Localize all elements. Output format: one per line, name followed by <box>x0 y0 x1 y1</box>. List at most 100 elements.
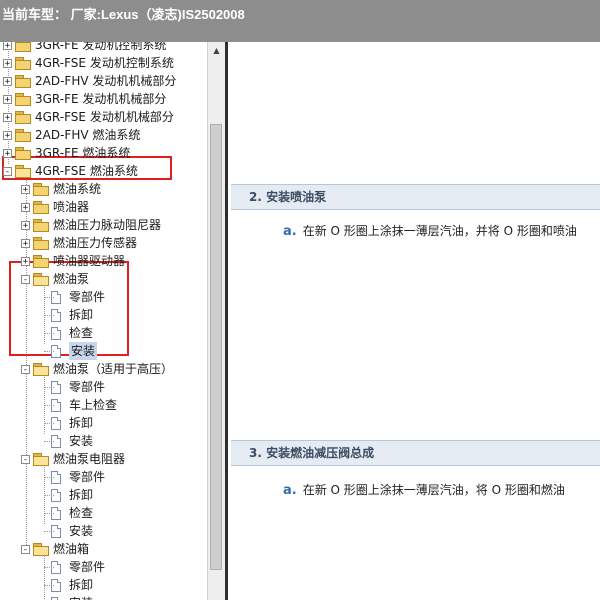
tree-folder-item[interactable]: + 燃油压力脉动阻尼器 <box>21 216 161 234</box>
vehicle-title: 当前车型： 厂家:Lexus（凌志)IS2502008 <box>2 7 245 22</box>
tree-folder-item[interactable]: +2AD-FHV 发动机机械部分 <box>3 72 176 90</box>
tree-connector <box>44 333 54 334</box>
folder-open-icon <box>33 453 49 466</box>
tree-item-label: 车上检查 <box>69 398 118 412</box>
step-text: 在新 O 形圈上涂抹一薄层汽油，将 O 形圈和燃油 <box>302 483 565 497</box>
tree-item-label: 2AD-FHV 发动机机械部分 <box>35 74 177 88</box>
tree-folder-item[interactable]: +3GR-FE 发动机控制系统 <box>3 42 166 54</box>
tree-item-label: 燃油压力脉动阻尼器 <box>53 218 162 232</box>
title-bar: 当前车型： 厂家:Lexus（凌志)IS2502008 <box>0 0 600 42</box>
expand-icon[interactable]: + <box>3 42 12 50</box>
collapse-icon[interactable]: - <box>3 166 12 176</box>
tree-folder-item[interactable]: +2AD-FHV 燃油系统 <box>3 126 140 144</box>
collapse-icon[interactable]: - <box>21 454 30 464</box>
expand-icon[interactable]: + <box>21 202 30 212</box>
tree-folder-item[interactable]: + 燃油压力传感器 <box>21 234 137 252</box>
scroll-up-arrow-icon[interactable]: ▲ <box>208 42 225 59</box>
tree-connector <box>44 585 54 586</box>
folder-icon <box>15 57 31 70</box>
tree-connector <box>44 315 54 316</box>
content-pane: 2. 安装喷油泵 a. 在新 O 形圈上涂抹一薄层汽油，并将 O 形圈和喷油 3.… <box>228 42 600 600</box>
folder-open-icon <box>33 273 49 286</box>
tree-item-label: 4GR-FSE 发动机机械部分 <box>35 110 174 124</box>
tree-connector <box>44 423 54 424</box>
tree-panel[interactable]: +3GR-FE 发动机控制系统 +4GR-FSE 发动机控制系统 +2AD-FHV … <box>0 42 207 600</box>
expand-icon[interactable]: + <box>21 220 30 230</box>
expand-icon[interactable]: + <box>21 256 30 266</box>
folder-open-icon <box>33 363 49 376</box>
tree-item-label: 4GR-FSE 燃油系统 <box>35 164 138 178</box>
tree-connector <box>44 567 54 568</box>
folder-icon <box>15 93 31 106</box>
document-icon <box>51 596 61 600</box>
tree-item-label: 3GR-FE 发动机机械部分 <box>35 92 167 106</box>
tree-item-label: 检查 <box>69 506 94 520</box>
expand-icon[interactable]: + <box>3 94 12 104</box>
tree-item-label: 检查 <box>69 326 94 340</box>
tree-item-label: 拆卸 <box>69 416 94 430</box>
tree-item-label: 安装 <box>69 594 93 600</box>
tree-item-label: 喷油器驱动器 <box>53 254 126 268</box>
tree-connector <box>44 387 54 388</box>
tree-item-label: 零部件 <box>69 290 106 304</box>
expand-icon[interactable]: + <box>21 184 30 194</box>
step-letter: a. <box>283 483 297 498</box>
folder-icon <box>15 75 31 88</box>
section-heading-install-injection-pump: 2. 安装喷油泵 <box>231 184 600 210</box>
expand-icon[interactable]: + <box>21 238 30 248</box>
tree-connector <box>44 351 54 352</box>
folder-icon <box>33 201 49 214</box>
tree-connector <box>44 297 54 298</box>
tree-folder-item[interactable]: - 4GR-FSE 燃油系统 <box>3 162 138 180</box>
tree-item-label: 3GR-FE 发动机控制系统 <box>35 42 167 52</box>
step-text: 在新 O 形圈上涂抹一薄层汽油，并将 O 形圈和喷油 <box>302 224 577 238</box>
tree-item-label: 安装 <box>69 342 98 360</box>
folder-icon <box>15 111 31 124</box>
tree-folder-item[interactable]: +3GR-FE 燃油系统 <box>3 144 130 162</box>
tree-folder-item[interactable]: +3GR-FE 发动机机械部分 <box>3 90 166 108</box>
tree-item-label: 燃油泵（适用于高压） <box>53 362 174 376</box>
tree-folder-item[interactable]: - 燃油泵 <box>21 270 89 288</box>
folder-icon <box>15 42 31 52</box>
tree-item-label: 燃油压力传感器 <box>53 236 138 250</box>
folder-icon <box>33 255 49 268</box>
tree-folder-item[interactable]: + 喷油器 <box>21 198 89 216</box>
tree-folder-item[interactable]: +4GR-FSE 发动机机械部分 <box>3 108 174 126</box>
folder-open-icon <box>33 543 49 556</box>
tree-item-label: 喷油器 <box>53 200 90 214</box>
tree-item-label: 燃油系统 <box>53 182 102 196</box>
tree-item-label: 拆卸 <box>69 488 94 502</box>
expand-icon[interactable]: + <box>3 130 12 140</box>
tree-folder-item[interactable]: - 燃油箱 <box>21 540 89 558</box>
tree-item-label: 4GR-FSE 发动机控制系统 <box>35 56 174 70</box>
tree-folder-item[interactable]: - 燃油泵电阻器 <box>21 450 125 468</box>
collapse-icon[interactable]: - <box>21 364 30 374</box>
step-item: a. 在新 O 形圈上涂抹一薄层汽油，将 O 形圈和燃油 <box>283 481 565 498</box>
expand-icon[interactable]: + <box>3 148 12 158</box>
tree-folder-item[interactable]: +4GR-FSE 发动机控制系统 <box>3 54 174 72</box>
tree-folder-item[interactable]: + 喷油器驱动器 <box>21 252 125 270</box>
section-heading-text: 3. 安装燃油减压阀总成 <box>249 446 375 460</box>
tree-item-label: 零部件 <box>69 380 106 394</box>
section-heading-text: 2. 安装喷油泵 <box>249 190 327 204</box>
tree-connector <box>44 495 54 496</box>
tree-item-label: 零部件 <box>69 470 106 484</box>
folder-icon <box>33 237 49 250</box>
tree-scrollbar[interactable]: ▲ <box>207 42 225 600</box>
tree-connector <box>44 441 54 442</box>
expand-icon[interactable]: + <box>3 76 12 86</box>
expand-icon[interactable]: + <box>3 58 12 68</box>
tree-folder-item[interactable]: + 燃油系统 <box>21 180 101 198</box>
folder-icon <box>33 183 49 196</box>
folder-open-icon <box>15 165 31 178</box>
tree-leaf-item[interactable]: 安装 <box>39 594 93 600</box>
scroll-thumb[interactable] <box>210 124 222 570</box>
expand-icon[interactable]: + <box>3 112 12 122</box>
tree-item-label: 安装 <box>69 524 94 538</box>
tree-folder-item[interactable]: - 燃油泵（适用于高压） <box>21 360 173 378</box>
tree-item-label: 3GR-FE 燃油系统 <box>35 146 131 160</box>
tree-item-label: 燃油泵电阻器 <box>53 452 126 466</box>
collapse-icon[interactable]: - <box>21 544 30 554</box>
tree-connector <box>44 405 54 406</box>
collapse-icon[interactable]: - <box>21 274 30 284</box>
